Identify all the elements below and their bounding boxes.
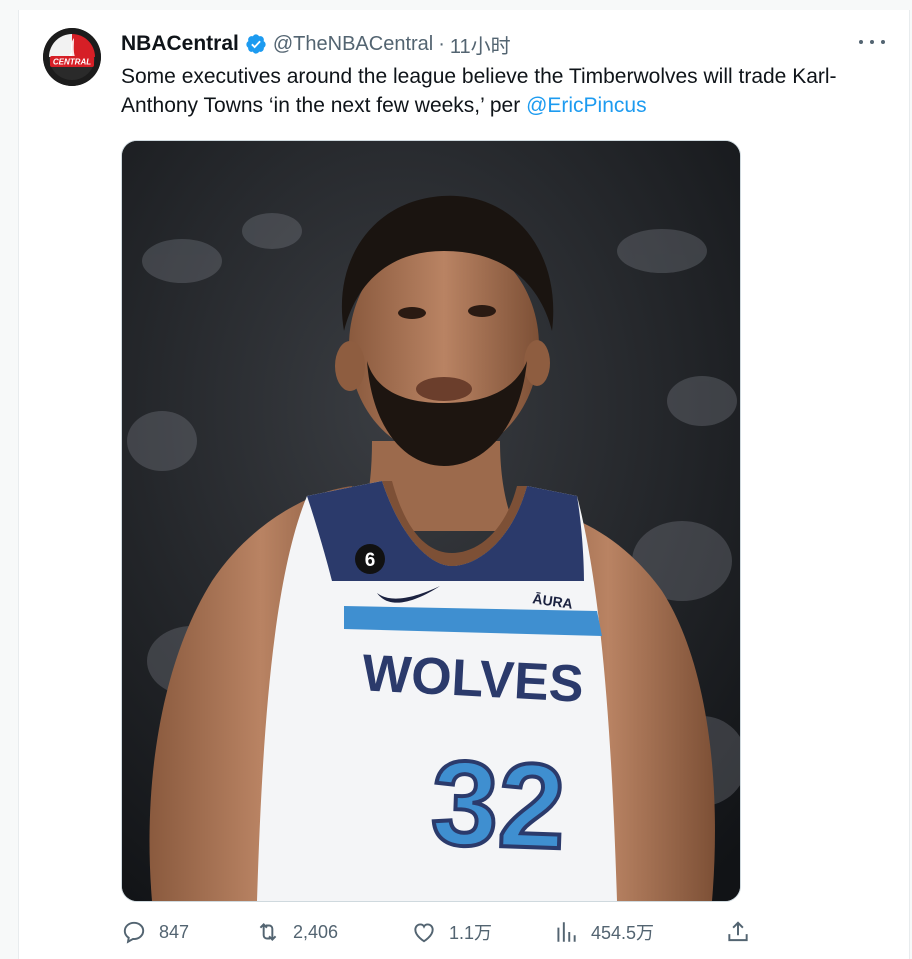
share-button[interactable] bbox=[725, 916, 763, 948]
jersey-patch-number: 6 bbox=[365, 550, 376, 571]
mention-link[interactable]: @EricPincus bbox=[526, 94, 647, 117]
tweet-card[interactable]: CENTRAL NBACentral @TheNBACentral · 11小时… bbox=[18, 10, 910, 959]
views-button[interactable]: 454.5万 bbox=[553, 916, 654, 948]
avatar-logo-text: CENTRAL bbox=[53, 58, 91, 67]
verified-badge-icon bbox=[246, 34, 266, 54]
reply-icon bbox=[123, 921, 145, 944]
share-icon bbox=[728, 921, 748, 942]
avatar[interactable]: CENTRAL bbox=[43, 28, 101, 86]
tweet-text: Some executives around the league believ… bbox=[121, 62, 881, 120]
reply-button[interactable]: 847 bbox=[121, 916, 189, 948]
views-icon bbox=[557, 922, 576, 942]
retweet-count: 2,406 bbox=[293, 921, 339, 942]
retweet-button[interactable]: 2,406 bbox=[255, 916, 338, 948]
retweet-icon bbox=[259, 923, 277, 941]
author-name[interactable]: NBACentral bbox=[121, 32, 239, 56]
more-icon[interactable] bbox=[859, 32, 885, 52]
jersey-team-name: WOLVES bbox=[361, 644, 585, 714]
separator-dot: · bbox=[438, 32, 445, 55]
tweet-header: NBACentral @TheNBACentral · 11小时 bbox=[121, 30, 511, 58]
tweet-timestamp[interactable]: 11小时 bbox=[450, 30, 511, 59]
tweet-actions: 847 2,406 1.1万 454.5万 bbox=[121, 916, 761, 948]
jersey-number: 32 bbox=[429, 736, 567, 875]
tweet-body: Some executives around the league believ… bbox=[121, 65, 837, 117]
reply-count: 847 bbox=[159, 921, 190, 942]
views-count: 454.5万 bbox=[591, 923, 655, 943]
tweet-photo[interactable]: 6 ĀURA WOLVES 32 bbox=[121, 140, 741, 902]
like-button[interactable]: 1.1万 bbox=[411, 916, 492, 948]
like-count: 1.1万 bbox=[449, 923, 493, 943]
author-handle[interactable]: @TheNBACentral bbox=[273, 33, 433, 56]
like-icon bbox=[414, 923, 434, 943]
